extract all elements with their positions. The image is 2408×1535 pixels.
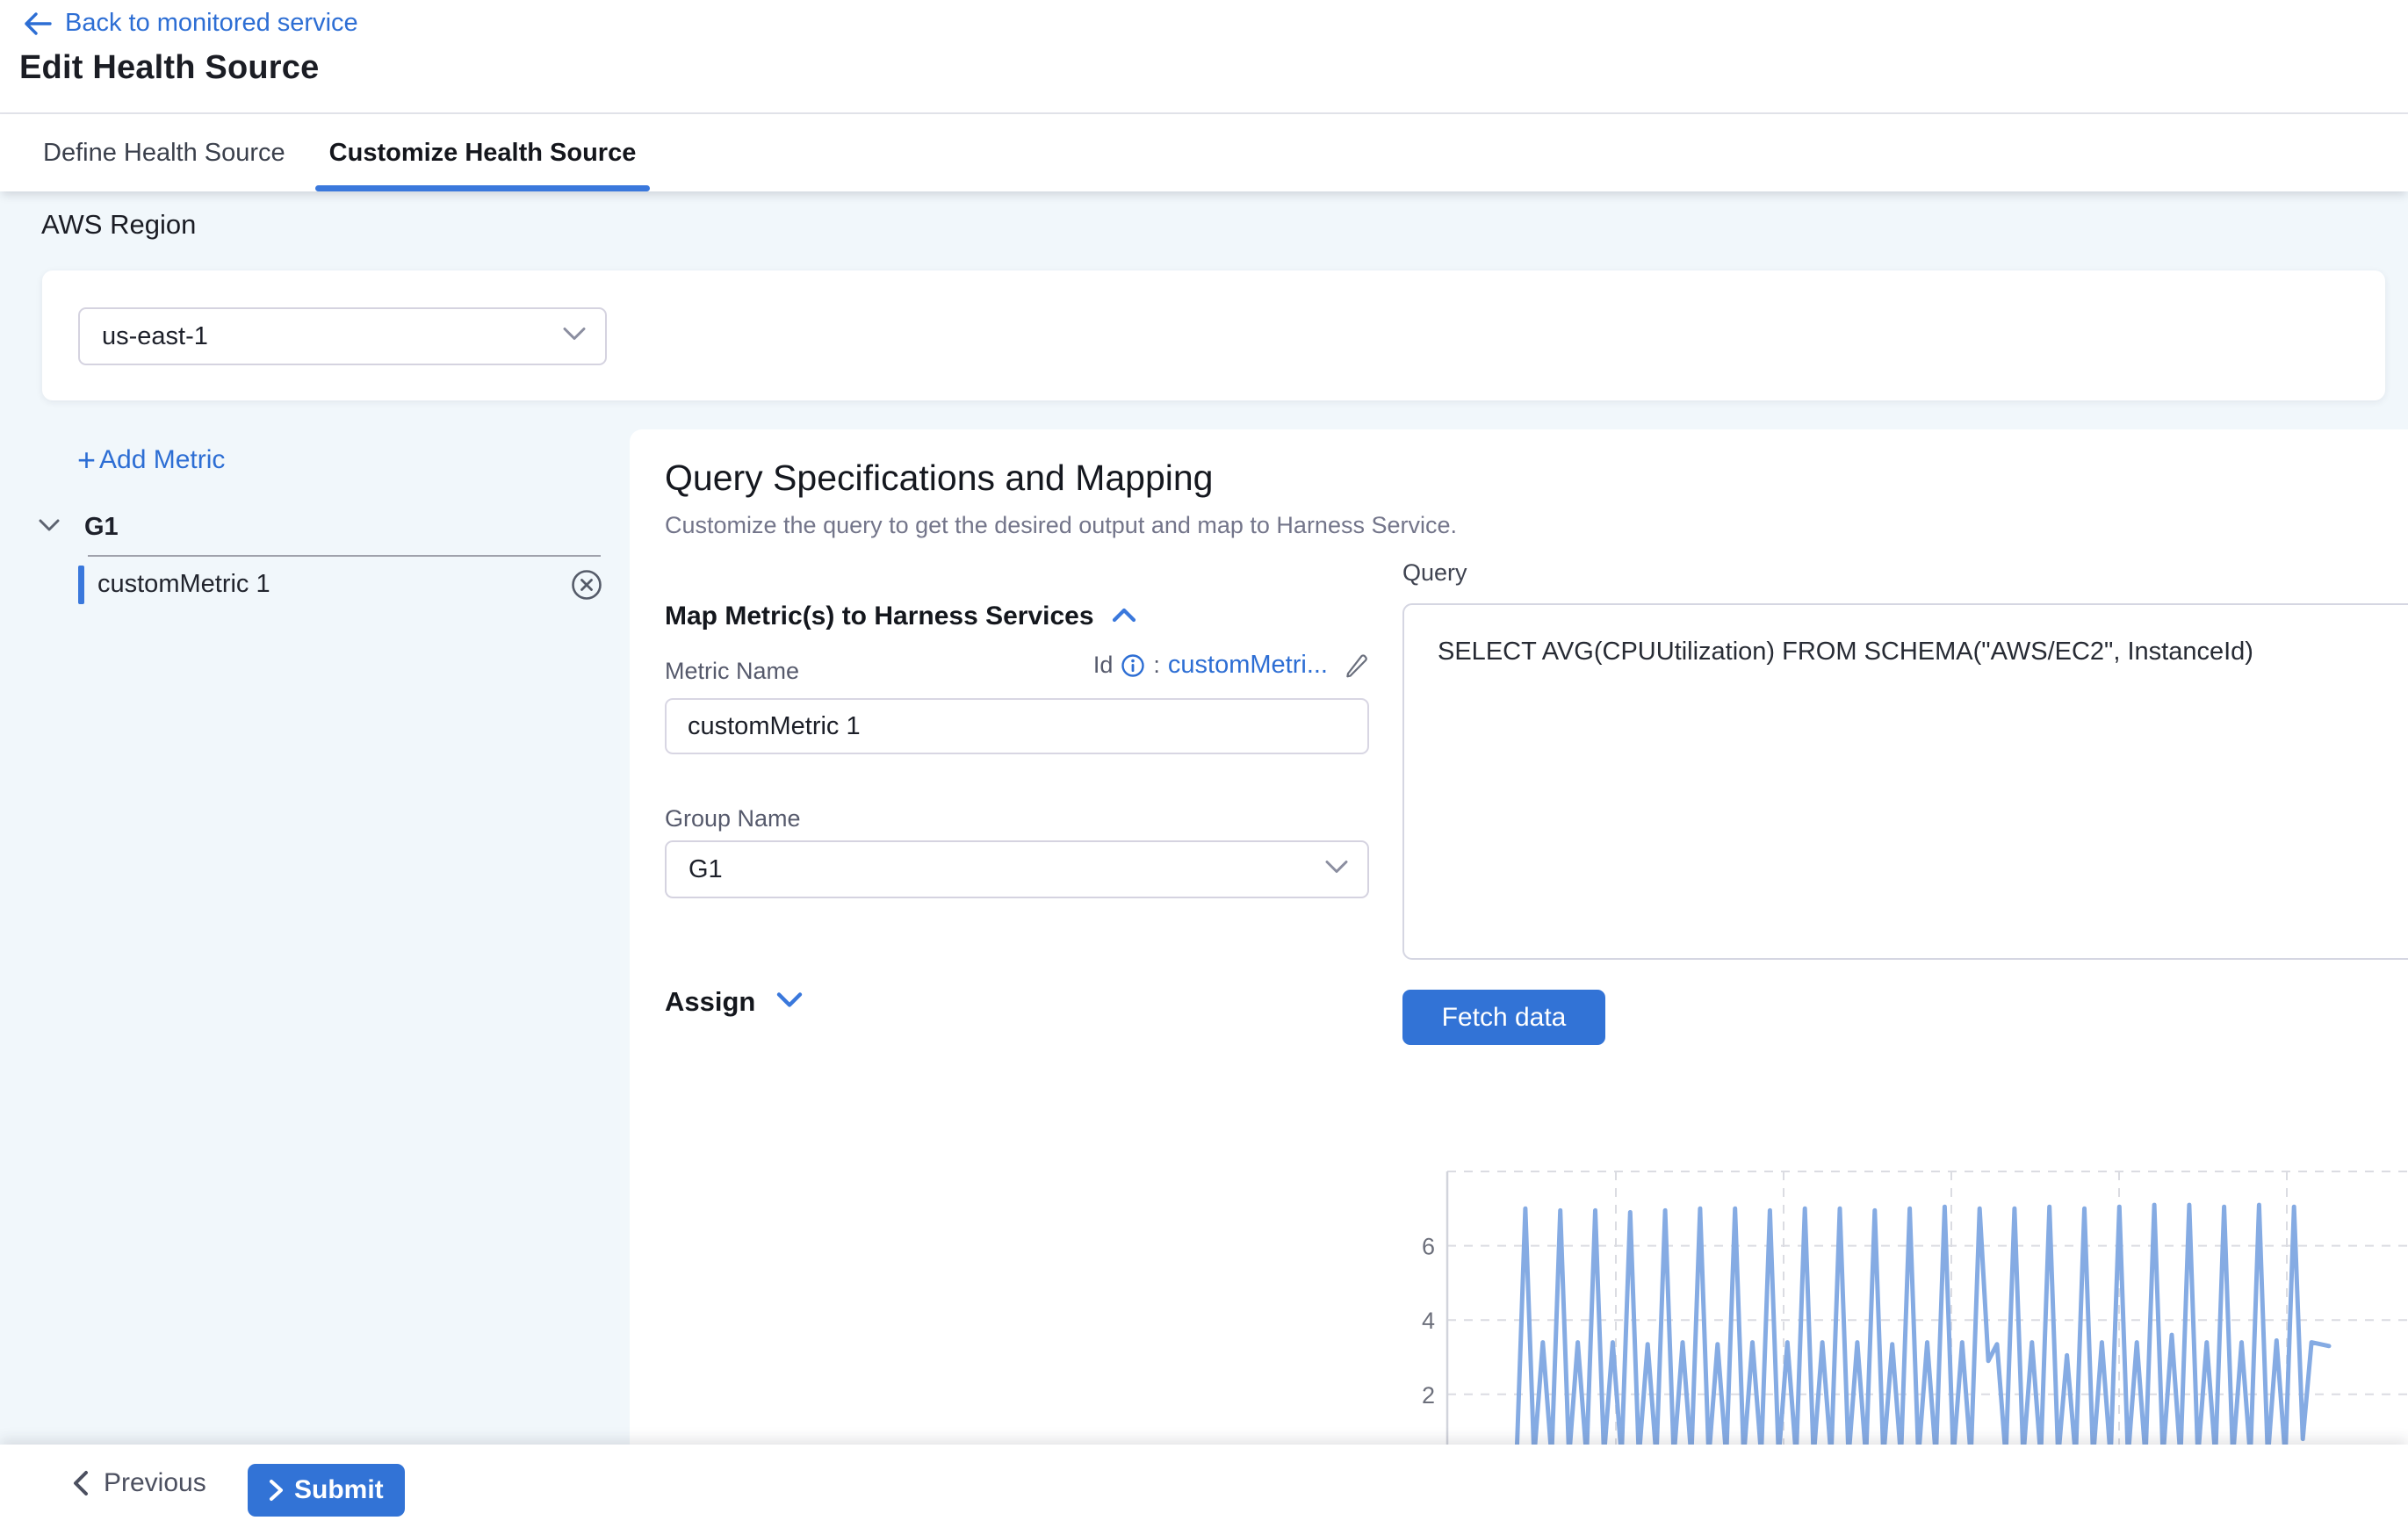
add-metric-button[interactable]: + Add Metric — [77, 445, 225, 475]
arrow-left-icon — [23, 11, 53, 37]
expand-assign-toggle[interactable] — [776, 991, 803, 1013]
selected-metric-indicator — [78, 566, 84, 604]
svg-text:6: 6 — [1422, 1234, 1435, 1260]
chevron-down-icon — [39, 519, 60, 537]
svg-text:2: 2 — [1422, 1382, 1435, 1409]
fetch-data-button[interactable]: Fetch data — [1402, 990, 1605, 1045]
id-separator: : — [1153, 652, 1160, 679]
assign-section-title: Assign — [665, 986, 755, 1018]
page-header: Back to monitored service Edit Health So… — [0, 0, 2408, 114]
tab-label: Define Health Source — [43, 139, 285, 168]
footer-bar: Previous Submit — [0, 1445, 2408, 1535]
query-label: Query — [1402, 559, 1467, 587]
active-tab-underline — [315, 185, 651, 191]
query-specifications-panel: Query Specifications and Mapping Customi… — [630, 429, 2408, 1445]
svg-text:4: 4 — [1422, 1308, 1435, 1334]
collapse-section-toggle[interactable] — [1112, 607, 1136, 627]
aws-region-label: AWS Region — [41, 209, 196, 241]
add-metric-label: Add Metric — [99, 445, 225, 475]
submit-button-label: Submit — [294, 1475, 384, 1505]
chevron-left-icon — [72, 1470, 90, 1496]
back-link[interactable]: Back to monitored service — [23, 9, 358, 38]
chevron-down-icon — [776, 991, 803, 1008]
tab-customize-health-source[interactable]: Customize Health Source — [315, 114, 651, 191]
aws-region-select[interactable]: us-east-1 — [78, 307, 607, 365]
aws-region-selected-value: us-east-1 — [80, 322, 208, 351]
metric-item-label: customMetric 1 — [97, 570, 270, 599]
chevron-up-icon — [1112, 607, 1136, 623]
chevron-down-icon — [1325, 861, 1348, 879]
metric-list-item[interactable]: customMetric 1 — [0, 564, 627, 606]
group-name-label: Group Name — [665, 805, 801, 832]
id-label: Id — [1093, 652, 1114, 679]
query-editor-container: SELECT AVG(CPUUtilization) FROM SCHEMA("… — [1402, 603, 2408, 960]
metric-id-row: Id : customMetri... — [665, 651, 1369, 680]
circled-x-icon — [571, 569, 602, 601]
aws-region-card: us-east-1 — [42, 270, 2385, 400]
plus-icon: + — [77, 447, 96, 473]
metric-id-value[interactable]: customMetri... — [1168, 651, 1328, 680]
content-area: AWS Region us-east-1 + Add Metric G1 cus… — [0, 191, 2408, 1445]
panel-heading: Query Specifications and Mapping — [665, 458, 1213, 499]
map-metrics-section-title: Map Metric(s) to Harness Services — [665, 602, 1094, 631]
delete-metric-button[interactable] — [571, 569, 602, 601]
panel-subheading: Customize the query to get the desired o… — [665, 512, 1457, 539]
tab-label: Customize Health Source — [329, 139, 637, 168]
info-icon[interactable] — [1121, 653, 1145, 678]
submit-button[interactable]: Submit — [248, 1464, 405, 1517]
metric-group-row[interactable]: G1 — [39, 513, 119, 542]
previous-button[interactable]: Previous — [67, 1467, 212, 1499]
group-name-select[interactable]: G1 — [665, 840, 1369, 898]
query-result-chart: 2 4 6 — [1402, 1159, 2408, 1445]
pencil-icon — [1343, 652, 1369, 679]
back-link-label: Back to monitored service — [65, 9, 358, 38]
chevron-right-icon — [269, 1479, 284, 1502]
metric-name-input[interactable] — [665, 698, 1369, 754]
edit-id-button[interactable] — [1343, 652, 1369, 679]
page-title: Edit Health Source — [19, 49, 319, 87]
group-divider — [88, 555, 601, 557]
chevron-down-icon — [563, 328, 586, 346]
previous-button-label: Previous — [104, 1468, 206, 1498]
query-editor[interactable]: SELECT AVG(CPUUtilization) FROM SCHEMA("… — [1436, 631, 2408, 935]
tab-define-health-source[interactable]: Define Health Source — [41, 114, 287, 191]
tab-bar: Define Health Source Customize Health So… — [0, 114, 2408, 191]
metric-group-label: G1 — [84, 513, 119, 542]
group-name-selected-value: G1 — [667, 855, 723, 884]
